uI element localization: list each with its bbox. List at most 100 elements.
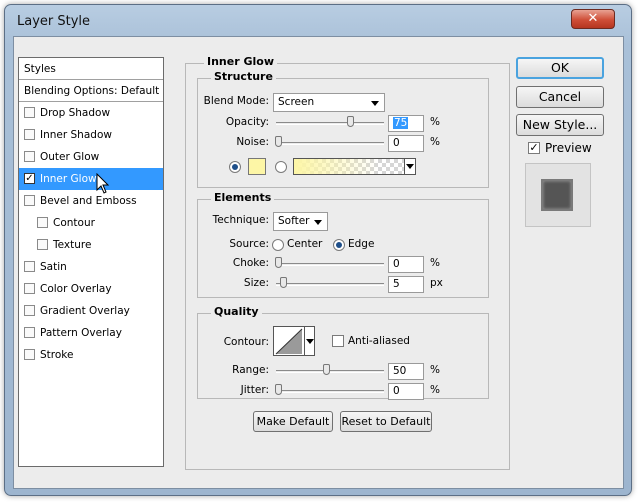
style-item-contour[interactable]: Contour (19, 212, 163, 234)
style-item-label: Gradient Overlay (40, 305, 130, 317)
noise-slider[interactable] (276, 142, 384, 145)
chevron-down-icon (371, 101, 379, 106)
style-item-label: Color Overlay (40, 283, 112, 295)
opacity-slider[interactable] (276, 122, 384, 125)
style-item-satin[interactable]: Satin (19, 256, 163, 278)
contour-dropdown[interactable] (305, 326, 315, 356)
size-input[interactable]: 5 (388, 276, 424, 293)
style-item-gradient-overlay[interactable]: Gradient Overlay (19, 300, 163, 322)
gradient-radio[interactable] (275, 161, 287, 173)
style-item-pattern-overlay[interactable]: Pattern Overlay (19, 322, 163, 344)
style-checkbox[interactable] (24, 283, 35, 294)
size-slider-thumb[interactable] (280, 277, 287, 288)
quality-title: Quality (211, 305, 262, 318)
structure-title: Structure (211, 70, 276, 83)
new-style-button[interactable]: New Style... (516, 114, 604, 136)
style-item-label: Outer Glow (40, 151, 100, 163)
choke-input[interactable]: 0 (388, 256, 424, 273)
style-item-label: Stroke (40, 349, 74, 361)
elements-title: Elements (211, 191, 275, 204)
style-item-bevel-and-emboss[interactable]: Bevel and Emboss (19, 190, 163, 212)
anti-aliased-checkbox[interactable] (332, 335, 344, 347)
style-checkbox[interactable] (24, 327, 35, 338)
style-item-label: Texture (53, 239, 92, 251)
technique-dropdown[interactable]: Softer (273, 212, 328, 231)
style-checkbox[interactable] (24, 261, 35, 272)
opacity-slider-thumb[interactable] (347, 116, 354, 127)
contour-picker[interactable] (273, 326, 305, 356)
styles-header[interactable]: Styles (19, 58, 163, 80)
jitter-slider[interactable] (276, 390, 384, 393)
style-item-label: Inner Shadow (40, 129, 112, 141)
style-item-drop-shadow[interactable]: Drop Shadow (19, 102, 163, 124)
source-center-label[interactable]: Center (287, 238, 322, 250)
preview-label[interactable]: Preview (545, 141, 592, 155)
title-bar[interactable]: Layer Style ✕ (5, 5, 631, 37)
chevron-down-icon (314, 220, 322, 225)
chevron-down-icon (406, 164, 414, 169)
source-center-radio[interactable] (272, 239, 284, 251)
reset-to-default-button[interactable]: Reset to Default (340, 411, 432, 432)
noise-label: Noise: (236, 136, 269, 148)
blend-mode-label: Blend Mode: (203, 95, 269, 107)
style-checkbox[interactable] (24, 195, 35, 206)
jitter-slider-thumb[interactable] (275, 384, 282, 395)
style-checkbox[interactable] (37, 217, 48, 228)
size-label: Size: (243, 277, 269, 289)
layer-style-dialog: Layer Style ✕ Styles Blending Options: D… (4, 4, 632, 496)
style-item-outer-glow[interactable]: Outer Glow (19, 146, 163, 168)
jitter-label: Jitter: (240, 384, 269, 396)
blend-mode-dropdown[interactable]: Screen (273, 93, 385, 112)
jitter-unit: % (430, 384, 440, 396)
style-checkbox[interactable]: ✓ (24, 173, 35, 184)
cursor-arrow-icon (96, 173, 110, 194)
style-item-stroke[interactable]: Stroke (19, 344, 163, 366)
technique-value: Softer (278, 215, 310, 227)
style-item-inner-glow[interactable]: ✓ Inner Glow (19, 168, 163, 190)
contour-label: Contour: (223, 336, 269, 348)
style-checkbox[interactable] (24, 129, 35, 140)
style-checkbox[interactable] (24, 107, 35, 118)
range-slider-thumb[interactable] (323, 364, 330, 375)
opacity-value: 75 (393, 117, 409, 129)
noise-unit: % (430, 136, 440, 148)
noise-input[interactable]: 0 (388, 135, 424, 152)
range-unit: % (430, 364, 440, 376)
size-slider[interactable] (276, 283, 384, 286)
glow-color-swatch[interactable] (248, 158, 266, 175)
jitter-input[interactable]: 0 (388, 383, 424, 400)
style-item-inner-shadow[interactable]: Inner Shadow (19, 124, 163, 146)
blending-options-item[interactable]: Blending Options: Default (19, 80, 163, 102)
source-edge-radio[interactable] (333, 239, 345, 251)
preview-swatch (541, 179, 573, 211)
anti-aliased-label[interactable]: Anti-aliased (348, 335, 410, 347)
style-checkbox[interactable] (24, 305, 35, 316)
gradient-dropdown[interactable] (404, 159, 415, 174)
make-default-button[interactable]: Make Default (253, 411, 333, 432)
style-item-label: Drop Shadow (40, 107, 111, 119)
range-slider[interactable] (276, 370, 384, 373)
style-checkbox[interactable] (24, 349, 35, 360)
choke-slider[interactable] (276, 263, 384, 266)
choke-slider-thumb[interactable] (275, 257, 282, 268)
opacity-input[interactable]: 75 (388, 115, 424, 132)
range-input[interactable]: 50 (388, 363, 424, 380)
style-item-color-overlay[interactable]: Color Overlay (19, 278, 163, 300)
noise-slider-thumb[interactable] (275, 136, 282, 147)
choke-label: Choke: (232, 257, 269, 269)
technique-label: Technique: (212, 214, 269, 226)
cancel-button[interactable]: Cancel (516, 86, 604, 108)
style-checkbox[interactable] (24, 151, 35, 162)
close-button[interactable]: ✕ (571, 9, 615, 29)
range-label: Range: (232, 364, 269, 376)
ok-button[interactable]: OK (516, 57, 604, 79)
preview-checkbox[interactable]: ✓ (528, 142, 540, 154)
style-item-texture[interactable]: Texture (19, 234, 163, 256)
style-item-label: Pattern Overlay (40, 327, 122, 339)
style-checkbox[interactable] (37, 239, 48, 250)
source-edge-label[interactable]: Edge (348, 238, 374, 250)
gradient-picker[interactable] (293, 158, 416, 175)
source-label: Source: (229, 238, 269, 250)
contour-curve-icon (275, 328, 303, 355)
solid-color-radio[interactable] (229, 161, 241, 173)
